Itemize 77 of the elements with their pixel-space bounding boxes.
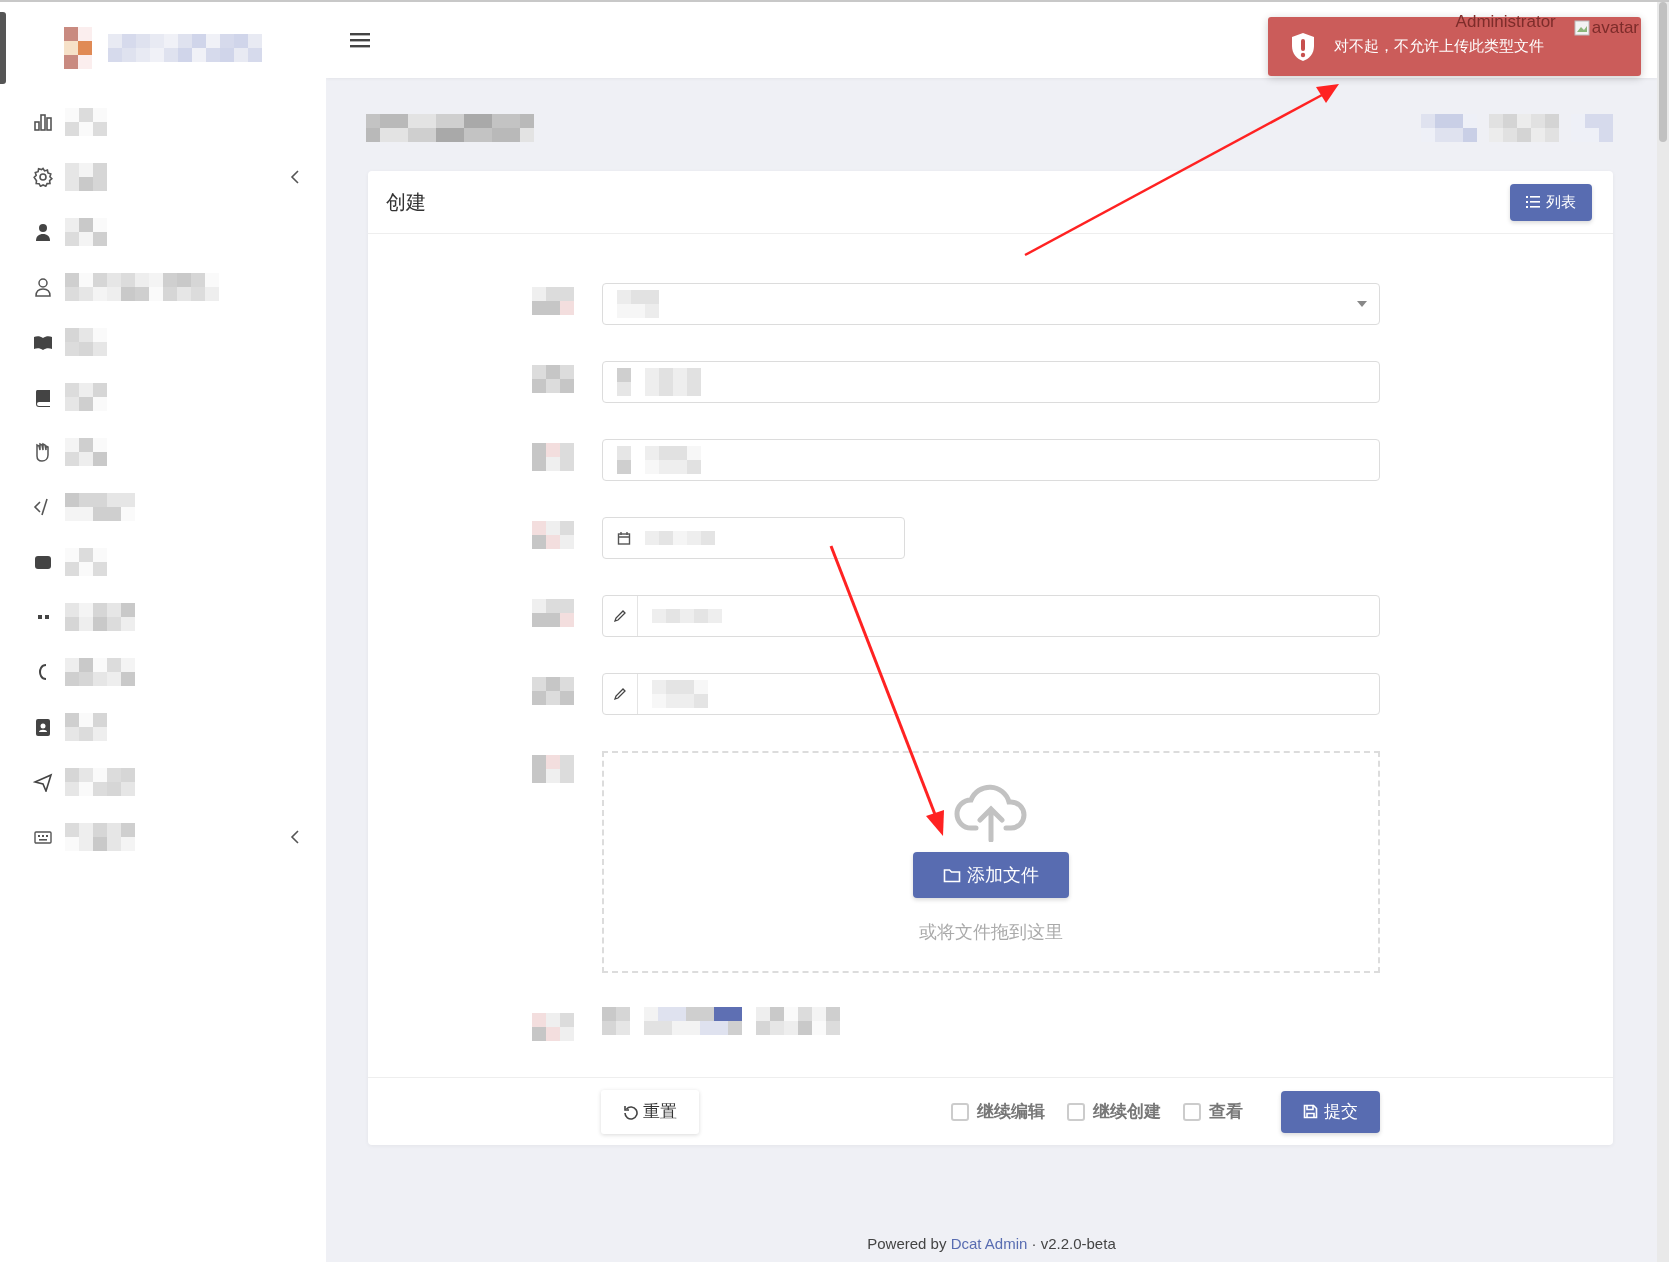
broken-image-icon (1573, 20, 1590, 36)
pixelated-text (65, 327, 107, 356)
pixelated-text (617, 446, 631, 474)
menu-icon (350, 32, 370, 48)
pixelated-text (652, 609, 722, 623)
pixelated-text (645, 368, 701, 396)
pixelated-text (64, 27, 92, 69)
checkbox[interactable] (1067, 1102, 1085, 1121)
pixelated-text (65, 767, 135, 796)
checkbox-option[interactable]: 继续创建 (1067, 1100, 1161, 1123)
scrollbar[interactable] (1657, 2, 1669, 1262)
dropdown-caret-icon (1357, 301, 1367, 307)
reset-button[interactable]: 重置 (601, 1089, 699, 1134)
card-title: 创建 (386, 189, 426, 215)
footer-text: Powered by Dcat Admin · v2.2.0-beta (866, 1235, 1117, 1252)
paper-plane-icon (33, 771, 53, 792)
pixelated-text (617, 290, 659, 318)
pixelated-text (65, 712, 107, 741)
add-file-button[interactable]: 添加文件 (913, 852, 1069, 898)
list-button[interactable]: 列表 (1510, 183, 1592, 221)
shield-alert-icon (1290, 31, 1316, 62)
pixelated-text (532, 677, 574, 705)
file-drop-zone[interactable]: 添加文件 或将文件拖到这里 (602, 751, 1380, 973)
pixelated-text (65, 162, 107, 191)
pixelated-text (65, 382, 107, 411)
user-name[interactable]: Administrator (1455, 12, 1556, 32)
contact-card-icon (33, 716, 53, 737)
pixelated-text (532, 443, 574, 471)
pixelated-text (65, 107, 107, 136)
select-field[interactable] (602, 283, 1380, 325)
pixelated-text (532, 1013, 574, 1041)
pixelated-text (65, 217, 107, 246)
user-icon (33, 221, 53, 242)
list-icon (1526, 196, 1540, 208)
pixelated-text (532, 599, 574, 627)
drop-hint: 或将文件拖到这里 (919, 921, 1063, 944)
pixelated-text (65, 822, 135, 851)
pixelated-text (532, 755, 574, 783)
checkbox[interactable] (951, 1102, 969, 1121)
input-field[interactable] (602, 595, 1380, 637)
pixelated-text (1489, 114, 1559, 142)
gear-icon (33, 166, 53, 187)
sidebar-toggle-handle[interactable] (0, 12, 6, 84)
pixelated-text (532, 365, 574, 393)
pixelated-text (602, 1007, 630, 1035)
pixelated-text (65, 602, 135, 631)
pixelated-text (65, 547, 107, 576)
input-field[interactable] (602, 439, 1380, 481)
save-icon (1303, 1104, 1318, 1119)
folder-icon (943, 867, 961, 883)
bar-chart-icon (33, 111, 53, 132)
pencil-icon (613, 609, 627, 623)
date-field[interactable] (602, 517, 905, 559)
input-field[interactable] (602, 361, 1380, 403)
pixelated-text (65, 437, 107, 466)
undo-icon (623, 1103, 639, 1120)
pixelated-text (617, 368, 631, 396)
avatar-image[interactable]: avatar (1573, 18, 1639, 38)
pixelated-text (532, 287, 574, 315)
checkbox-option[interactable]: 继续编辑 (951, 1100, 1045, 1123)
dcat-admin-link[interactable]: Dcat Admin (950, 1235, 1028, 1252)
pixelated-text (645, 531, 715, 545)
pencil-icon (613, 687, 627, 701)
checkbox[interactable] (1183, 1102, 1201, 1121)
checkbox-option[interactable]: 查看 (1183, 1100, 1243, 1123)
pixelated-text (1421, 114, 1477, 142)
pixelated-text (652, 680, 708, 708)
pixelated-text (645, 446, 701, 474)
pixelated-text (65, 657, 135, 686)
toast-message: 对不起，不允许上传此类型文件 (1334, 37, 1544, 56)
calendar-icon (617, 531, 631, 545)
pixelated-text (532, 521, 574, 549)
pixelated-text (65, 492, 135, 521)
dots-icon (37, 614, 49, 619)
input-field[interactable] (602, 673, 1380, 715)
submit-button[interactable]: 提交 (1281, 1090, 1380, 1133)
user-icon (33, 276, 53, 297)
